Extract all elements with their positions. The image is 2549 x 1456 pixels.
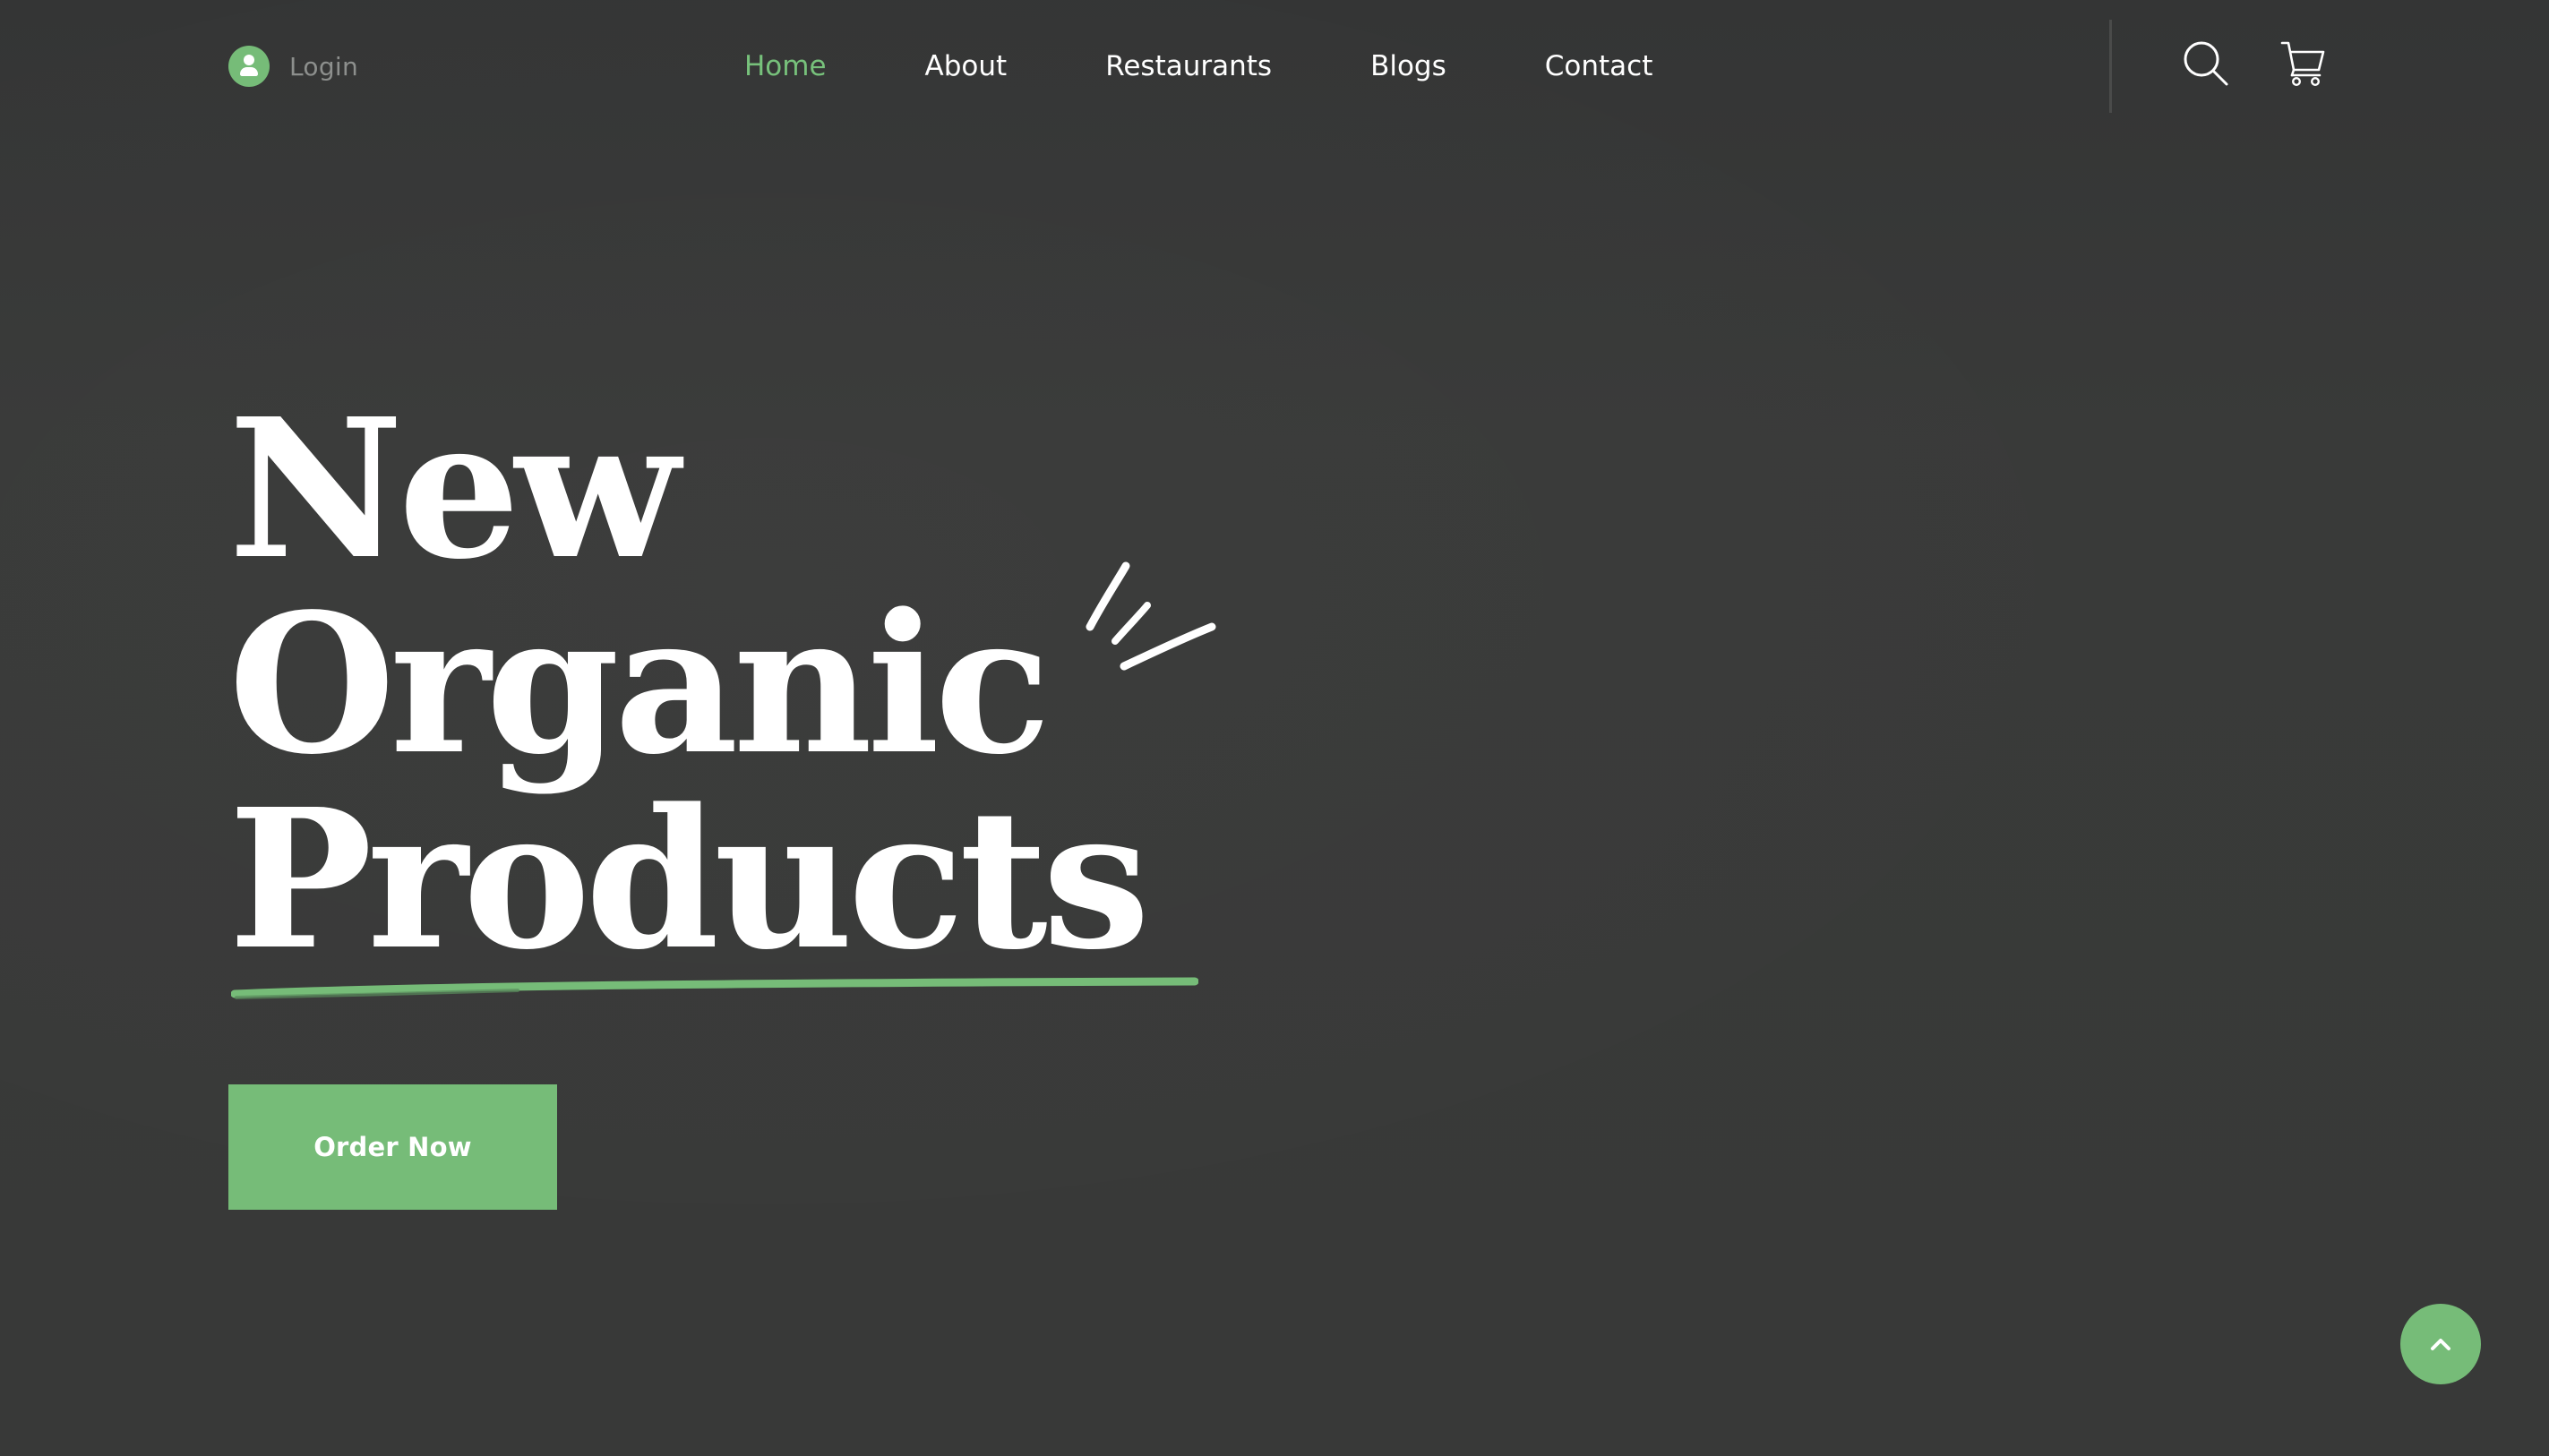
nav-restaurants[interactable]: Restaurants [1105,50,1272,82]
hero-title: New Organic Products [228,377,1150,992]
search-icon [2184,41,2228,86]
nav-contact[interactable]: Contact [1545,50,1653,82]
cart-icon [2280,41,2325,87]
site-header: Login Home About Restaurants Blogs Conta… [0,0,2549,133]
hero-title-line-2: Organic [228,572,1051,797]
chevron-up-icon [2431,1339,2450,1350]
login-link[interactable]: Login [228,45,358,88]
login-label: Login [289,51,359,81]
scroll-to-top-button[interactable] [2400,1304,2481,1384]
nav-blogs[interactable]: Blogs [1370,50,1446,82]
sparkle-decoration [1086,561,1216,671]
nav-about[interactable]: About [925,50,1008,82]
search-button[interactable] [2182,39,2230,88]
header-divider [2109,20,2112,113]
hero-title-line-1: New [228,377,680,602]
nav-home[interactable]: Home [744,50,827,82]
title-underline-brush [231,977,1198,999]
cart-button[interactable] [2280,39,2325,88]
user-icon [228,46,270,87]
main-nav: Home About Restaurants Blogs Contact [744,47,1652,86]
order-now-button[interactable]: Order Now [228,1084,557,1210]
hero-title-line-3: Products [228,767,1150,992]
